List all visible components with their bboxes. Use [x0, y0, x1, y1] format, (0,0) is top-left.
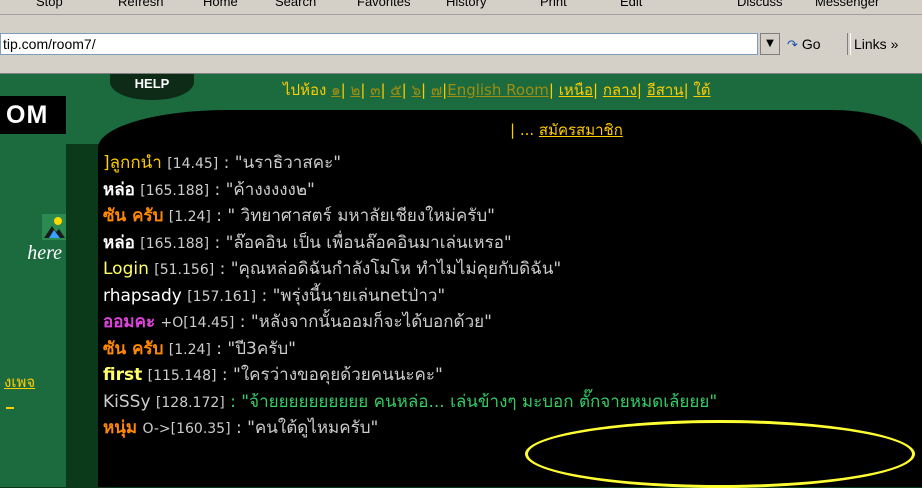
chat-message: KiSSy [128.172] : "จ้ายยยยยยยยยย คนหล่อ.… — [103, 389, 922, 416]
chat-nick[interactable]: ซัน ครับ — [103, 206, 163, 226]
chat-nick[interactable]: หล่อ — [103, 180, 135, 200]
print-button[interactable]: Print — [540, 0, 567, 9]
chat-text: : " วิทยาศาสตร์ มหาลัยเชียงใหม่ครับ" — [210, 206, 495, 226]
room-nav: ไปห้อง ๑| ๒| ๓| ๕| ๖| ๗|English Room| เห… — [283, 78, 710, 102]
chat-ip: [165.188] — [140, 182, 210, 199]
register-prefix: | ... — [510, 121, 535, 139]
url-input[interactable]: tip.com/room7/ — [0, 33, 758, 55]
chat-message: rhapsady [157.161] : "พรุ่งนี้นายเล่นnet… — [103, 283, 922, 310]
room-link-3[interactable]: ๓ — [370, 81, 380, 99]
site-logo: OM — [0, 96, 66, 134]
chat-text: : "ปี3ครับ" — [210, 338, 296, 359]
chat-message: ซัน ครับ [1.24] : "ปี3ครับ" — [103, 336, 922, 363]
url-dropdown-button[interactable]: ▼ — [760, 33, 780, 55]
address-bar: tip.com/room7/ ▼ ↷ Go Links » — [0, 15, 922, 74]
landscape-icon[interactable] — [42, 214, 66, 240]
chat-ip: [165.188] — [140, 235, 210, 252]
chat-nick[interactable]: rhapsady — [103, 286, 182, 306]
discuss-button[interactable]: Discuss — [737, 0, 783, 9]
region-link-north[interactable]: เหนือ — [559, 81, 593, 99]
goto-room-label: ไปห้อง — [283, 81, 327, 99]
region-link-central[interactable]: กลาง — [603, 81, 637, 99]
nav-separator: | — [380, 81, 386, 99]
chat-ip: [51.156] — [154, 262, 215, 278]
refresh-button[interactable]: Refresh — [118, 0, 164, 9]
chat-messages: ]ลูกกนำ [14.45] : "นราธิวาสคะ" หล่อ [165… — [103, 150, 922, 442]
register-nav: | ... สมัครสมาชิก — [510, 118, 623, 142]
chat-ip: +O[14.45] — [160, 315, 235, 331]
chat-ip: [14.45] — [167, 156, 219, 172]
chat-ip: O->[160.35] — [142, 421, 231, 437]
chat-ip: [1.24] — [168, 209, 211, 225]
go-button[interactable]: ↷ Go — [787, 33, 843, 55]
go-label: Go — [801, 36, 821, 52]
chat-text: : "หลังจากนั้นออมก็จะได้บอกด้วย" — [234, 312, 492, 332]
chat-nick[interactable]: KiSSy — [103, 392, 151, 412]
edit-button[interactable]: Edit — [620, 0, 642, 9]
english-room-link[interactable]: English Room — [447, 81, 549, 99]
nav-separator: | — [421, 81, 427, 99]
chat-nick[interactable]: Login — [103, 259, 149, 279]
chat-text: : "ใครว่างขอคุยด้วยคนนะคะ" — [216, 365, 443, 385]
chat-message: Login [51.156] : "คุณหล่อดิฉันกำลังโมโห … — [103, 256, 922, 283]
search-button[interactable]: Search — [275, 0, 316, 9]
chat-text: : "นราธิวาสคะ" — [218, 153, 342, 173]
room-link-1[interactable]: ๑ — [331, 81, 341, 99]
divider — [6, 407, 14, 409]
links-button[interactable]: Links » — [854, 33, 898, 55]
favorites-button[interactable]: Favorites — [357, 0, 410, 9]
room-link-2[interactable]: ๒ — [350, 81, 360, 99]
dropdown-arrow-icon: ▼ — [766, 38, 774, 49]
chat-message: ออมคะ +O[14.45] : "หลังจากนั้นออมก็จะได้… — [103, 309, 922, 336]
region-link-south[interactable]: ใต้ — [693, 81, 710, 99]
chat-text: : "ค้างงงงง๒" — [209, 179, 315, 200]
chat-message: ซัน ครับ [1.24] : " วิทยาศาสตร์ มหาลัยเช… — [103, 203, 922, 230]
nav-separator: | — [636, 81, 642, 99]
nav-separator: | — [401, 81, 407, 99]
chat-text: : "คุณหล่อดิฉันกำลังโมโห ทำไมไม่คุยกับดิ… — [214, 259, 562, 279]
room-link-6[interactable]: ๖ — [412, 81, 422, 99]
chat-nick[interactable]: หนุ่ม — [103, 418, 137, 438]
register-link[interactable]: สมัครสมาชิก — [539, 121, 623, 139]
chat-message: ]ลูกกนำ [14.45] : "นราธิวาสคะ" — [103, 150, 922, 177]
toolbar-separator — [847, 33, 851, 55]
nav-separator: | — [593, 81, 599, 99]
room-link-7[interactable]: ๗ — [431, 81, 442, 99]
nav-separator: | — [360, 81, 366, 99]
chat-message: หล่อ [165.188] : "ล๊อคอิน เป็น เพื่อนล๊อ… — [103, 230, 922, 257]
chat-nick[interactable]: ]ลูกกนำ — [103, 153, 162, 173]
chat-text: : "พรุ่งนี้นายเล่นnetป่าว" — [256, 285, 446, 306]
chat-message: หล่อ [165.188] : "ค้างงงงง๒" — [103, 177, 922, 204]
chat-ip: [115.148] — [147, 368, 217, 384]
room-link-5[interactable]: ๕ — [390, 81, 401, 99]
left-sidebar: OM here งเพจ — [0, 74, 66, 487]
nav-separator: | — [548, 81, 554, 99]
browser-toolbar: Stop Refresh Home Search Favorites Histo… — [0, 0, 922, 15]
chat-message: หนุ่ม O->[160.35] : "คนใต้ดูไหมครับ" — [103, 415, 922, 442]
chat-ip: [1.24] — [168, 341, 211, 358]
stop-button[interactable]: Stop — [36, 0, 63, 9]
chat-ip: [157.161] — [187, 288, 257, 305]
here-link[interactable]: here — [0, 242, 66, 265]
home-button[interactable]: Home — [203, 0, 238, 9]
nav-separator: | — [683, 81, 689, 99]
history-button[interactable]: History — [446, 0, 486, 9]
chat-nick[interactable]: ออมคะ — [103, 312, 155, 332]
chat-message: first [115.148] : "ใครว่างขอคุยด้วยคนนะค… — [103, 362, 922, 389]
region-link-northeast[interactable]: อีสาน — [647, 81, 684, 99]
chat-ip: [128.172] — [155, 394, 225, 411]
go-arrow-icon: ↷ — [787, 37, 798, 52]
chat-text: : "จ้ายยยยยยยยยย คนหล่อ... เล่นข้างๆ มะบ… — [224, 391, 718, 412]
chat-nick[interactable]: first — [103, 365, 142, 385]
chat-text: : "ล๊อคอิน เป็น เพื่อนล๊อคอินมาเล่นเหรอ" — [209, 232, 512, 253]
nav-separator: | — [340, 81, 346, 99]
homepage-link[interactable]: งเพจ — [4, 370, 35, 394]
messenger-button[interactable]: Messenger — [815, 0, 879, 9]
chat-text: : "คนใต้ดูไหมครับ" — [230, 418, 379, 438]
chat-nick[interactable]: ซัน ครับ — [103, 339, 163, 359]
chat-nick[interactable]: หล่อ — [103, 233, 135, 253]
